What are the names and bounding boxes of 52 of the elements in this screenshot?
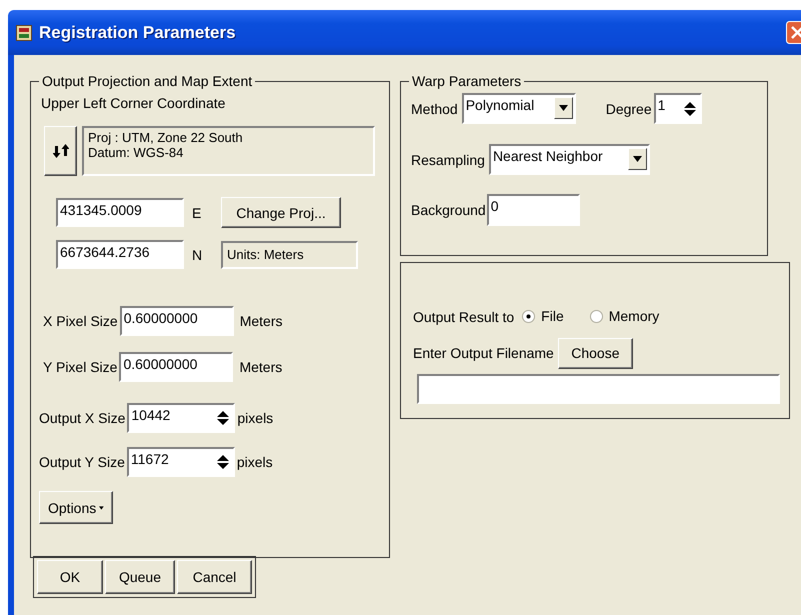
field-label: Degree (606, 100, 652, 116)
field-label: Output Result to (413, 308, 514, 325)
field-label: Method (411, 100, 458, 116)
input-field[interactable]: 0.60000000 (120, 306, 234, 336)
caret-icon (99, 504, 104, 510)
dropdown[interactable]: Nearest Neighbor (488, 144, 650, 175)
swap-arrows-icon (52, 143, 68, 159)
queue-button[interactable]: Queue (105, 560, 175, 594)
spinner-arrows-icon (216, 455, 229, 469)
radio-button[interactable] (590, 310, 603, 322)
spinner-arrows-icon (684, 102, 696, 116)
field-label: pixels (236, 454, 273, 470)
radio-label[interactable]: File (541, 308, 564, 324)
field-label: Y Pixel Size (43, 359, 118, 375)
field-label: E (191, 204, 202, 220)
dropdown[interactable]: Polynomial (462, 93, 576, 124)
spin-box[interactable]: 1 (654, 93, 702, 124)
field-label: Meters (240, 313, 282, 329)
group-title: Warp Parameters (411, 73, 522, 89)
app-icon (16, 24, 32, 40)
spinner-arrows-icon (217, 411, 230, 425)
input-field[interactable]: 0.60000000 (119, 352, 234, 382)
group-title: Output Projection and Map Extent (41, 73, 254, 89)
ok-button[interactable]: OK (37, 560, 103, 594)
field-label: pixels (237, 410, 274, 426)
field-label: Upper Left Corner Coordinate (41, 95, 226, 111)
window-title: Registration Parameters (39, 22, 236, 42)
projection-info: Proj : UTM, Zone 22 South Datum: WGS-84 (82, 126, 375, 176)
field-label: N (191, 246, 204, 262)
radio-button[interactable] (522, 310, 536, 322)
field-label: Background (411, 202, 486, 218)
input-field[interactable]: 431345.0009 (56, 198, 184, 227)
field-label: Resampling (411, 152, 485, 168)
field-label: Enter Output Filename (413, 345, 554, 361)
input-field[interactable]: 0 (486, 194, 580, 226)
field-label: Output X Size (39, 410, 126, 426)
input-field[interactable] (417, 374, 780, 404)
radio-label[interactable]: Memory (608, 308, 660, 324)
spin-box[interactable]: 11672 (126, 447, 235, 477)
field-label: Output Y Size (39, 454, 125, 470)
field-label: Meters (239, 359, 282, 375)
change-projection-button[interactable]: Change Proj... (221, 197, 341, 228)
spin-box[interactable]: 10442 (127, 403, 236, 433)
field-label: X Pixel Size (43, 313, 118, 329)
dropdown-arrow-icon (558, 105, 568, 111)
units-display: Units: Meters (221, 240, 358, 268)
dropdown-arrow-icon (632, 156, 642, 162)
options-button[interactable]: Options (39, 491, 113, 524)
input-field[interactable]: 6673644.2736 (56, 240, 184, 269)
swap-button[interactable] (44, 126, 77, 176)
choose-button[interactable]: Choose (558, 338, 633, 368)
cancel-button[interactable]: Cancel (177, 560, 252, 594)
